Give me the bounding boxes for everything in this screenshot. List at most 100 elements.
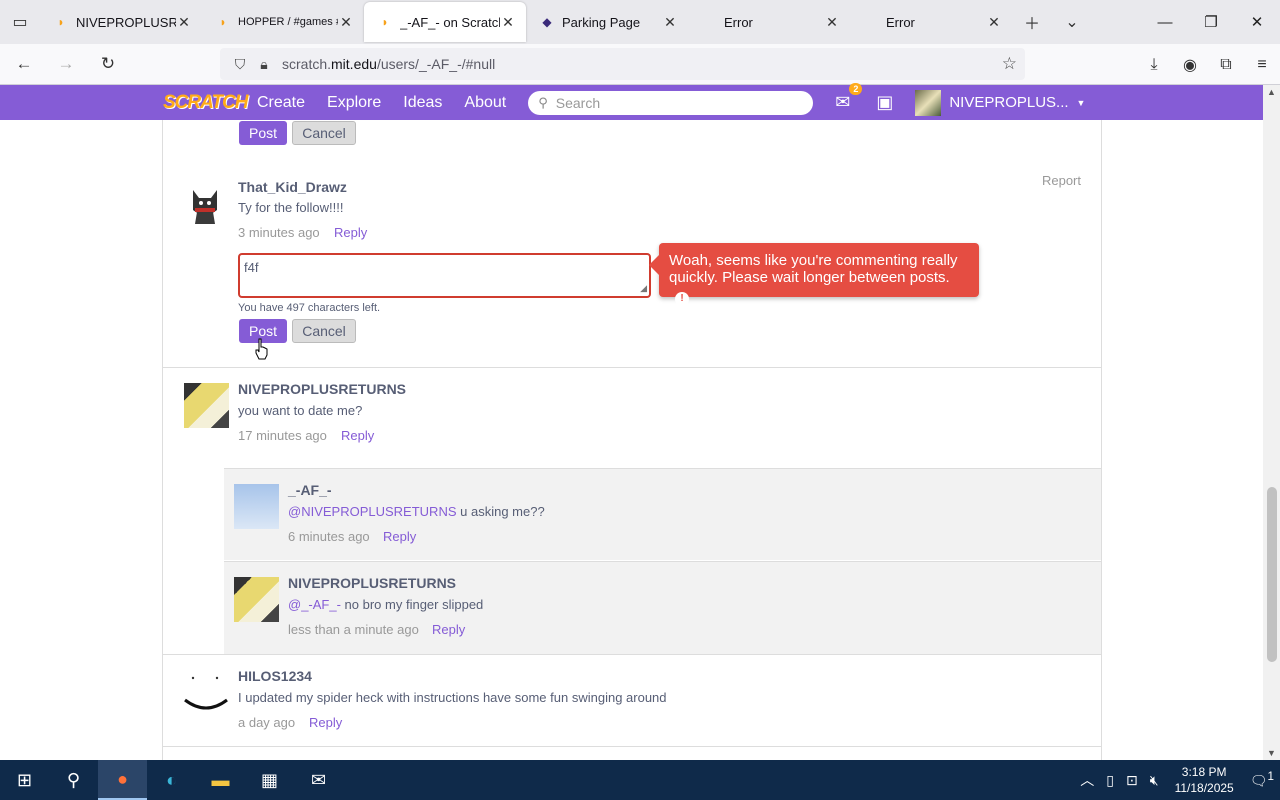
reply-textarea[interactable]: f4f ◢ bbox=[238, 253, 651, 298]
forward-arrow-icon[interactable]: → bbox=[48, 48, 84, 80]
comment-author[interactable]: HILOS1234 bbox=[238, 668, 312, 684]
scroll-down-icon[interactable]: ▼ bbox=[1263, 748, 1280, 758]
back-arrow-icon[interactable]: ← bbox=[6, 48, 42, 80]
comment-text: I updated my spider heck with instructio… bbox=[238, 690, 667, 705]
url-bar[interactable]: ⛉ 🔒︎ scratch.mit.edu/users/_-AF_-/#null … bbox=[220, 48, 1025, 80]
nav-create[interactable]: Create bbox=[257, 94, 305, 112]
tab-list-chevron-icon[interactable]: ⌄ bbox=[1052, 0, 1092, 44]
comment-author[interactable]: _-AF_- bbox=[288, 482, 332, 498]
firefox-icon[interactable]: ● bbox=[98, 760, 147, 800]
store-icon[interactable]: ▦ bbox=[245, 760, 294, 800]
scroll-thumb[interactable] bbox=[1267, 487, 1277, 662]
resize-handle-icon[interactable]: ◢ bbox=[640, 283, 647, 294]
close-tab-icon[interactable]: ✕ bbox=[986, 14, 1002, 31]
restore-icon[interactable]: ❐ bbox=[1188, 0, 1234, 44]
close-tab-icon[interactable]: ✕ bbox=[824, 14, 840, 31]
close-tab-icon[interactable]: ✕ bbox=[338, 14, 354, 31]
reply-link[interactable]: Reply bbox=[309, 715, 342, 730]
shield-icon[interactable]: ⛉ bbox=[228, 56, 252, 73]
account-icon[interactable]: ◉ bbox=[1172, 55, 1208, 75]
comment-text: Ty for the follow!!!! bbox=[238, 200, 344, 215]
new-tab-icon[interactable]: ＋ bbox=[1012, 0, 1052, 44]
mail-icon[interactable]: ✉ bbox=[294, 760, 343, 800]
tab-overview-icon[interactable]: ▭ bbox=[0, 0, 40, 44]
tab-title: Parking Page bbox=[562, 14, 641, 30]
reply-link[interactable]: Reply bbox=[432, 622, 465, 637]
avatar bbox=[915, 89, 942, 116]
nav-explore[interactable]: Explore bbox=[327, 94, 381, 112]
comment-time: a day ago bbox=[238, 715, 296, 730]
cancel-button[interactable]: Cancel bbox=[292, 319, 356, 343]
tab-hopper[interactable]: ◗ HOPPER / #games #tiktok ✕ bbox=[202, 0, 364, 44]
error-text: Woah, seems like you're commenting reall… bbox=[669, 252, 958, 286]
tab-error-1[interactable]: Error ✕ bbox=[688, 0, 850, 44]
scroll-up-icon[interactable]: ▲ bbox=[1263, 87, 1280, 97]
close-tab-icon[interactable]: ✕ bbox=[176, 14, 192, 31]
tab-af-scratch[interactable]: ◗ _-AF_- on Scratch ✕ bbox=[364, 2, 526, 42]
comment-author[interactable]: That_Kid_Drawz bbox=[238, 179, 347, 195]
divider bbox=[163, 746, 1101, 747]
volume-muted-icon[interactable]: 🔇︎ bbox=[1150, 772, 1159, 789]
extensions-icon[interactable]: ⧉ bbox=[1208, 56, 1244, 74]
reply-link[interactable]: Reply bbox=[334, 225, 367, 240]
notification-icon[interactable]: 🗨︎1 bbox=[1250, 770, 1274, 790]
clock[interactable]: 3:18 PM 11/18/2025 bbox=[1175, 764, 1234, 796]
avatar[interactable] bbox=[234, 577, 279, 622]
comment-time: 6 minutes ago bbox=[288, 529, 370, 544]
notification-count: 1 bbox=[1267, 770, 1274, 784]
comment-author[interactable]: NIVEPROPLUSRETURNS bbox=[238, 381, 406, 397]
vertical-scrollbar[interactable]: ▲ ▼ bbox=[1263, 85, 1280, 760]
close-tab-icon[interactable]: ✕ bbox=[500, 14, 516, 31]
lock-icon[interactable]: 🔒︎ bbox=[252, 56, 276, 73]
comment-body: no bro my finger slipped bbox=[340, 597, 484, 612]
comment-time: less than a minute ago bbox=[288, 622, 419, 637]
comment-text: @NIVEPROPLUSRETURNS u asking me?? bbox=[288, 504, 545, 519]
windows-start-icon[interactable]: ⊞ bbox=[0, 760, 49, 800]
nav-about[interactable]: About bbox=[464, 94, 506, 112]
avatar bbox=[193, 190, 217, 224]
post-button[interactable]: Post bbox=[239, 121, 287, 145]
user-menu[interactable]: NIVEPROPLUS... ▼ bbox=[915, 89, 1086, 116]
search-placeholder: Search bbox=[555, 94, 601, 111]
avatar[interactable] bbox=[184, 383, 229, 428]
edge-icon[interactable]: ◐ bbox=[147, 760, 196, 800]
tab-niveproplus[interactable]: ◗ NIVEPROPLUSRETURNS ✕ bbox=[40, 0, 202, 44]
comment-author[interactable]: NIVEPROPLUSRETURNS bbox=[288, 575, 456, 591]
file-explorer-icon[interactable]: ▬ bbox=[196, 760, 245, 800]
chevron-up-icon[interactable]: ︿ bbox=[1080, 770, 1094, 790]
clock-time: 3:18 PM bbox=[1181, 765, 1227, 779]
search-icon[interactable]: ⚲ bbox=[49, 760, 98, 800]
error-icon: ! bbox=[675, 292, 689, 306]
bookmark-star-icon[interactable]: ☆ bbox=[1002, 54, 1017, 74]
tab-title: _-AF_- on Scratch bbox=[400, 14, 500, 30]
menu-icon[interactable]: ≡ bbox=[1244, 56, 1280, 74]
report-link[interactable]: Report bbox=[1042, 173, 1081, 188]
mention-link[interactable]: @_-AF_- bbox=[288, 597, 341, 612]
close-window-icon[interactable]: ✕ bbox=[1234, 0, 1280, 44]
search-input[interactable]: ⚲ Search bbox=[528, 90, 814, 115]
scratch-logo[interactable]: SCRATCH bbox=[163, 91, 248, 115]
tab-error-2[interactable]: Error ✕ bbox=[850, 0, 1012, 44]
system-tray: ︿ ▯ ⊡ 🔇︎ 3:18 PM 11/18/2025 🗨︎1 bbox=[1074, 764, 1280, 796]
reply-link[interactable]: Reply bbox=[341, 428, 374, 443]
reload-icon[interactable]: ↻ bbox=[90, 48, 126, 80]
url-text[interactable]: scratch.mit.edu/users/_-AF_-/#null bbox=[282, 56, 495, 72]
avatar[interactable] bbox=[183, 670, 229, 716]
my-stuff-folder-icon[interactable]: ▣ bbox=[876, 92, 893, 113]
download-icon[interactable]: ⤓ bbox=[1136, 56, 1172, 74]
chevron-down-icon: ▼ bbox=[1076, 97, 1086, 108]
minimize-icon[interactable]: — bbox=[1142, 0, 1188, 44]
scratch-header: SCRATCH Create Explore Ideas About ⚲ Sea… bbox=[0, 83, 1263, 120]
cancel-button[interactable]: Cancel bbox=[292, 121, 356, 145]
reply-link[interactable]: Reply bbox=[383, 529, 416, 544]
blank-favicon-icon bbox=[702, 15, 716, 29]
device-icon[interactable]: ▯ bbox=[1106, 772, 1114, 789]
network-icon[interactable]: ⊡ bbox=[1126, 772, 1138, 789]
mention-link[interactable]: @NIVEPROPLUSRETURNS bbox=[288, 504, 457, 519]
close-tab-icon[interactable]: ✕ bbox=[662, 14, 678, 31]
avatar[interactable] bbox=[234, 484, 279, 529]
nav-ideas[interactable]: Ideas bbox=[403, 94, 442, 112]
tab-parking-page[interactable]: ◆ Parking Page ✕ bbox=[526, 0, 688, 44]
messages-envelope-icon[interactable]: ✉ 2 bbox=[835, 83, 863, 113]
divider bbox=[163, 367, 1101, 368]
